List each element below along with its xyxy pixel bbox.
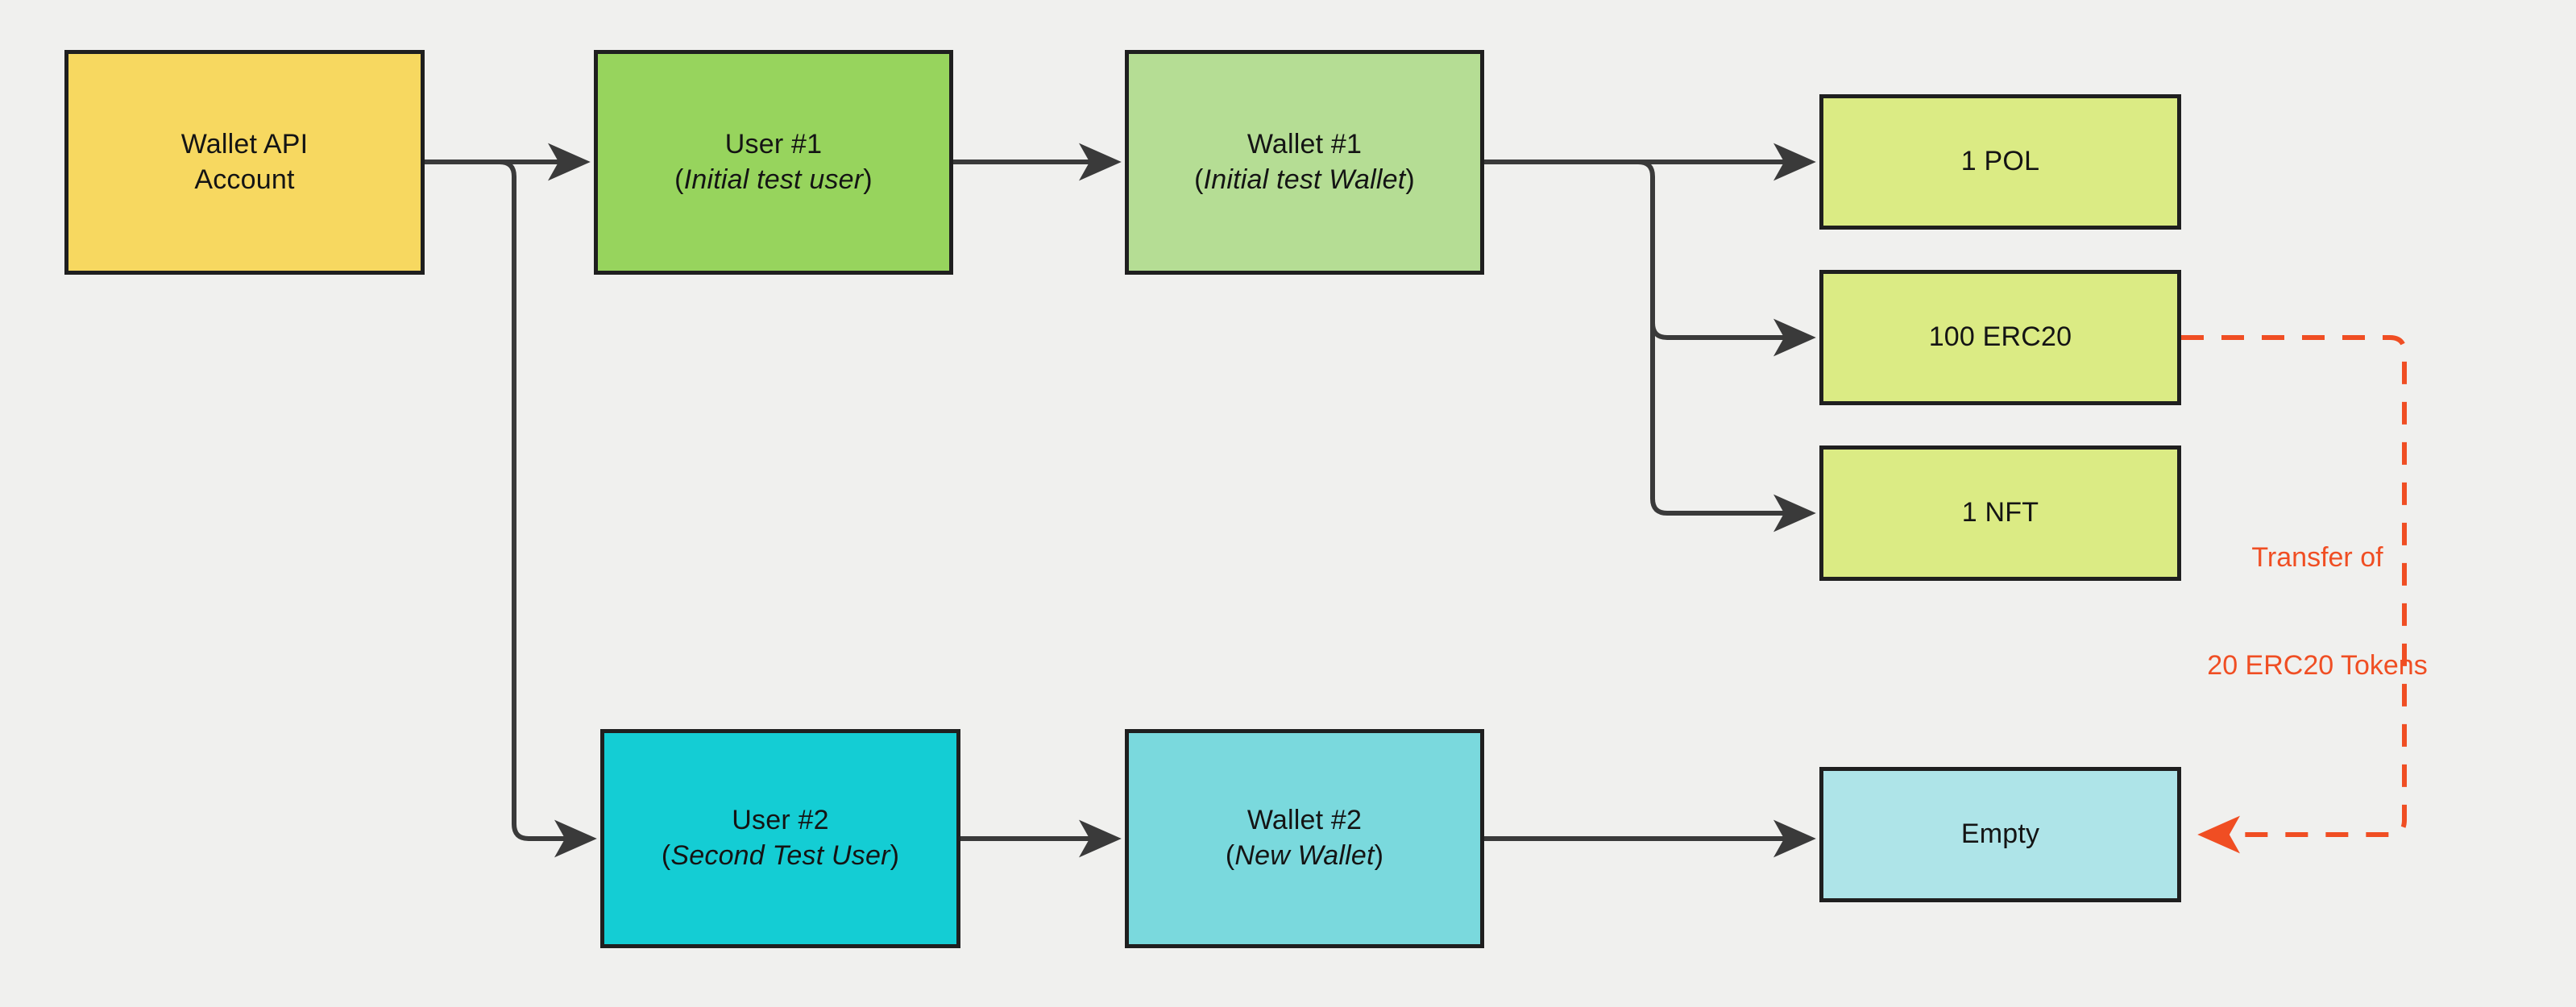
paren-close: ) xyxy=(1374,840,1384,871)
node-wallet-2[interactable]: Wallet #2 (New Wallet) xyxy=(1125,729,1484,948)
node-token-pol[interactable]: 1 POL xyxy=(1819,94,2181,230)
transfer-label-line2: 20 ERC20 Tokens xyxy=(2207,650,2428,682)
diagram-canvas: Wallet API Account User #1 (Initial test… xyxy=(0,0,2576,1007)
paren-open: ( xyxy=(1225,840,1235,871)
node-empty-wallet[interactable]: Empty xyxy=(1819,767,2181,902)
node-subtitle: New Wallet xyxy=(1234,840,1375,871)
node-label-line1: Empty xyxy=(1960,818,2040,850)
node-user-2[interactable]: User #2 (Second Test User) xyxy=(600,729,960,948)
node-wallet-1[interactable]: Wallet #1 (Initial test Wallet) xyxy=(1125,50,1484,275)
node-label-line2: (Initial test Wallet) xyxy=(1194,163,1415,198)
node-wallet-api-account[interactable]: Wallet API Account xyxy=(64,50,425,275)
paren-close: ) xyxy=(863,164,873,195)
node-label-line1: Wallet #1 xyxy=(1247,128,1363,160)
paren-close: ) xyxy=(1405,164,1415,195)
node-subtitle: Second Test User xyxy=(670,840,890,871)
node-label-line1: Wallet #2 xyxy=(1247,805,1363,836)
node-user-1[interactable]: User #1 (Initial test user) xyxy=(594,50,953,275)
node-label-line1: User #2 xyxy=(732,805,829,836)
node-label-line1: 1 NFT xyxy=(1961,497,2039,528)
node-label-line2: Account xyxy=(194,164,295,195)
edge-account-to-user2 xyxy=(425,160,597,858)
node-label-line1: Wallet API xyxy=(180,128,309,160)
transfer-label: Transfer of 20 ERC20 Tokens xyxy=(2180,467,2454,756)
node-subtitle: Initial test user xyxy=(683,164,864,195)
paren-open: ( xyxy=(674,164,684,195)
node-label-line1: 1 POL xyxy=(1960,146,2040,177)
node-token-nft[interactable]: 1 NFT xyxy=(1819,445,2181,581)
node-label-line2: (Second Test User) xyxy=(662,839,899,874)
paren-open: ( xyxy=(1194,164,1204,195)
edge-wallet1-to-erc20 xyxy=(1484,160,1816,357)
node-label-line1: User #1 xyxy=(724,128,823,160)
transfer-label-line1: Transfer of xyxy=(2251,541,2383,573)
node-subtitle: Initial test Wallet xyxy=(1203,164,1406,195)
node-label-line2: (Initial test user) xyxy=(674,163,873,198)
edge-wallet1-to-nft xyxy=(1650,323,1816,533)
node-label-line1: 100 ERC20 xyxy=(1928,321,2072,353)
node-label-line2: (New Wallet) xyxy=(1226,839,1383,874)
node-token-erc20[interactable]: 100 ERC20 xyxy=(1819,270,2181,405)
paren-open: ( xyxy=(661,840,671,871)
paren-close: ) xyxy=(890,840,900,871)
